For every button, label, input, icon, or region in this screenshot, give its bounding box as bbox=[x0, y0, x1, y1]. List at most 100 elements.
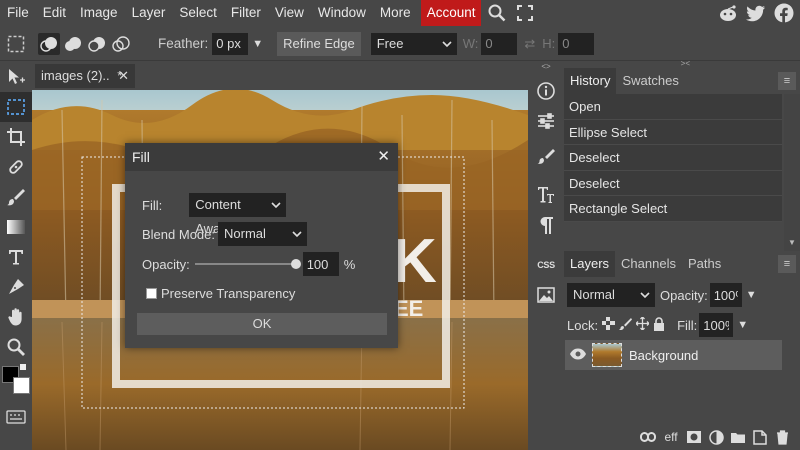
lock-transparency-icon[interactable] bbox=[602, 317, 616, 333]
layer-opacity-input[interactable] bbox=[709, 283, 742, 307]
tab-history[interactable]: History bbox=[564, 68, 617, 94]
pen-tool[interactable] bbox=[0, 272, 32, 302]
width-input[interactable] bbox=[481, 32, 518, 55]
lock-move-icon[interactable] bbox=[635, 316, 650, 333]
preserve-transparency-checkbox[interactable] bbox=[146, 288, 157, 299]
opacity-slider-knob[interactable] bbox=[290, 259, 301, 269]
selection-add-icon[interactable] bbox=[62, 33, 84, 55]
history-tabs: History Swatches ≡ bbox=[564, 68, 800, 94]
adjustments-icon[interactable] bbox=[529, 106, 563, 136]
tab-paths[interactable]: Paths bbox=[682, 251, 727, 277]
account-button[interactable]: Account bbox=[420, 0, 482, 26]
scroll-down-icon[interactable]: ▼ bbox=[788, 238, 796, 247]
zoom-tool[interactable] bbox=[0, 332, 32, 362]
layer-opacity-dropdown-icon[interactable]: ▼ bbox=[746, 289, 757, 301]
healing-tool[interactable] bbox=[0, 152, 32, 182]
opacity-slider[interactable] bbox=[193, 257, 301, 271]
opacity-label: Opacity: bbox=[142, 256, 190, 272]
selection-subtract-icon[interactable] bbox=[86, 33, 108, 55]
lock-paint-icon[interactable] bbox=[619, 317, 633, 333]
layer-row[interactable]: Background bbox=[565, 340, 782, 370]
history-item[interactable]: Ellipse Select bbox=[564, 119, 782, 145]
close-icon[interactable]: ✕ bbox=[118, 64, 129, 88]
layer-fill-label: Fill: bbox=[677, 317, 698, 333]
paragraph-icon[interactable] bbox=[529, 210, 563, 240]
search-icon[interactable] bbox=[485, 0, 509, 26]
ok-button[interactable]: OK bbox=[137, 313, 387, 335]
history-item[interactable]: Deselect bbox=[564, 170, 782, 196]
collapse-left-icon[interactable]: <> bbox=[529, 62, 563, 71]
background-color-swatch[interactable] bbox=[13, 377, 30, 394]
character-icon[interactable] bbox=[529, 180, 563, 210]
menu-window[interactable]: Window bbox=[311, 0, 373, 26]
reddit-icon[interactable] bbox=[718, 3, 738, 23]
document-tab[interactable]: images (2).. * ✕ bbox=[35, 64, 135, 88]
menu-layer[interactable]: Layer bbox=[125, 0, 173, 26]
css-icon[interactable]: CSS bbox=[529, 250, 563, 280]
history-item[interactable]: Rectangle Select bbox=[564, 196, 782, 222]
swap-colors-icon[interactable] bbox=[20, 364, 26, 370]
marquee-tool[interactable] bbox=[0, 92, 32, 122]
keyboard-icon[interactable] bbox=[0, 402, 32, 432]
facebook-icon[interactable] bbox=[774, 3, 794, 23]
selection-intersect-icon[interactable] bbox=[110, 33, 132, 55]
history-panel-menu-icon[interactable]: ≡ bbox=[778, 72, 796, 90]
crop-tool[interactable] bbox=[0, 122, 32, 152]
twitter-icon[interactable] bbox=[746, 3, 766, 23]
dialog-title: Fill bbox=[132, 149, 150, 165]
mask-icon[interactable] bbox=[685, 428, 703, 446]
opacity-input[interactable] bbox=[302, 252, 339, 276]
blend-mode-select[interactable]: Normal bbox=[218, 222, 307, 246]
folder-icon[interactable] bbox=[729, 428, 747, 446]
tab-layers[interactable]: Layers bbox=[564, 251, 616, 277]
menu-image[interactable]: Image bbox=[73, 0, 125, 26]
menu-view[interactable]: View bbox=[268, 0, 311, 26]
chevron-down-icon bbox=[442, 33, 452, 62]
fill-select[interactable]: Content Aware bbox=[189, 193, 287, 236]
menu-edit[interactable]: Edit bbox=[36, 0, 73, 26]
style-select-value: Free bbox=[376, 35, 404, 51]
history-scrollbar[interactable]: ▼ bbox=[784, 94, 800, 252]
height-input[interactable] bbox=[558, 32, 595, 55]
social-links bbox=[718, 3, 794, 23]
effects-icon[interactable]: eff bbox=[661, 428, 681, 446]
layers-panel-menu-icon[interactable]: ≡ bbox=[778, 255, 796, 273]
selection-new-icon[interactable] bbox=[38, 32, 60, 55]
tab-swatches[interactable]: Swatches bbox=[616, 68, 684, 94]
image-icon[interactable] bbox=[529, 280, 563, 310]
menu-select[interactable]: Select bbox=[172, 0, 224, 26]
tab-channels[interactable]: Channels bbox=[615, 251, 682, 277]
new-layer-icon[interactable] bbox=[751, 428, 769, 446]
style-select[interactable]: Free bbox=[370, 32, 457, 55]
gradient-tool[interactable] bbox=[0, 212, 32, 242]
eye-icon[interactable] bbox=[570, 348, 586, 363]
link-icon[interactable] bbox=[639, 428, 657, 446]
dialog-header: Fill ✕ bbox=[125, 143, 398, 171]
feather-dropdown-icon[interactable]: ▼ bbox=[252, 38, 263, 50]
brush-tool[interactable] bbox=[0, 182, 32, 212]
menu-file[interactable]: File bbox=[0, 0, 36, 26]
swap-icon[interactable]: ⇄ bbox=[524, 36, 535, 52]
layer-blend-select[interactable]: Normal bbox=[567, 283, 655, 307]
close-icon[interactable]: ✕ bbox=[377, 143, 390, 171]
refine-edge-button[interactable]: Refine Edge bbox=[277, 31, 361, 56]
trash-icon[interactable] bbox=[773, 428, 791, 446]
hand-tool[interactable] bbox=[0, 302, 32, 332]
info-icon[interactable] bbox=[529, 76, 563, 106]
history-item[interactable]: Deselect bbox=[564, 145, 782, 171]
layers-tabs: Layers Channels Paths ≡ bbox=[564, 251, 800, 277]
preserve-row: Preserve Transparency bbox=[146, 286, 295, 301]
layer-fill-input[interactable] bbox=[699, 313, 734, 337]
move-tool[interactable] bbox=[0, 62, 32, 92]
lock-all-icon[interactable] bbox=[653, 316, 665, 334]
menu-more[interactable]: More bbox=[373, 0, 418, 26]
layer-fill-dropdown-icon[interactable]: ▼ bbox=[737, 319, 748, 331]
feather-input[interactable] bbox=[212, 32, 249, 55]
text-tool[interactable] bbox=[0, 242, 32, 272]
brush-settings-icon[interactable] bbox=[529, 142, 563, 172]
fullscreen-icon[interactable] bbox=[513, 0, 537, 26]
menu-filter[interactable]: Filter bbox=[224, 0, 268, 26]
marquee-tool-icon[interactable] bbox=[4, 32, 28, 56]
history-item[interactable]: Open bbox=[564, 94, 782, 120]
adjustment-layer-icon[interactable] bbox=[707, 428, 725, 446]
